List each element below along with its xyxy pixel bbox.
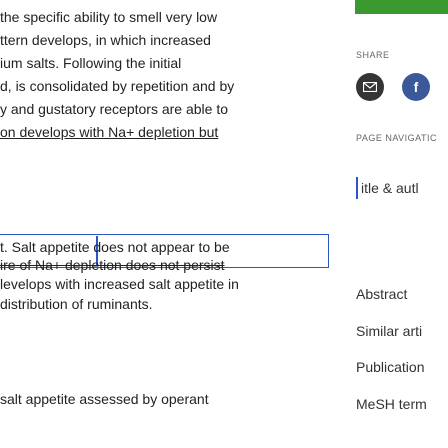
section-heading: salt appetite assessed by operant [0, 391, 209, 407]
nav-item-mesh-terms[interactable]: MeSH term [356, 396, 427, 412]
sidebar: SHARE f PAGE NAVIGATIC ‹ itle & autl Abs… [356, 0, 448, 448]
article-line: ium salts. Following the initial [0, 55, 182, 71]
page-navigation-label: PAGE NAVIGATIC [356, 133, 438, 143]
article-line: y and gustatory receptors are able to [0, 101, 229, 117]
article-line: levelops with increased salt appetite in [0, 276, 239, 292]
article-line: d, is consolidated by repetition and by [0, 78, 235, 94]
nav-item-similar-articles[interactable]: Similar arti [356, 323, 422, 339]
share-label: SHARE [356, 50, 390, 60]
nav-item-publication-types[interactable]: Publication [356, 359, 425, 375]
article-line: on develops with Na+ depletion but [0, 124, 219, 140]
email-icon[interactable] [356, 73, 384, 101]
facebook-icon[interactable]: f [402, 73, 430, 101]
article-text: the specific ability to smell very low t… [0, 0, 330, 448]
nav-item-title-authors[interactable]: itle & autl [361, 180, 419, 196]
nav-item-abstract[interactable]: Abstract [356, 286, 407, 302]
article-line: the specific ability to smell very low [0, 9, 218, 25]
article-line: ttern develops, in which increased [0, 32, 211, 48]
article-line: distribution of ruminants. [0, 296, 153, 312]
